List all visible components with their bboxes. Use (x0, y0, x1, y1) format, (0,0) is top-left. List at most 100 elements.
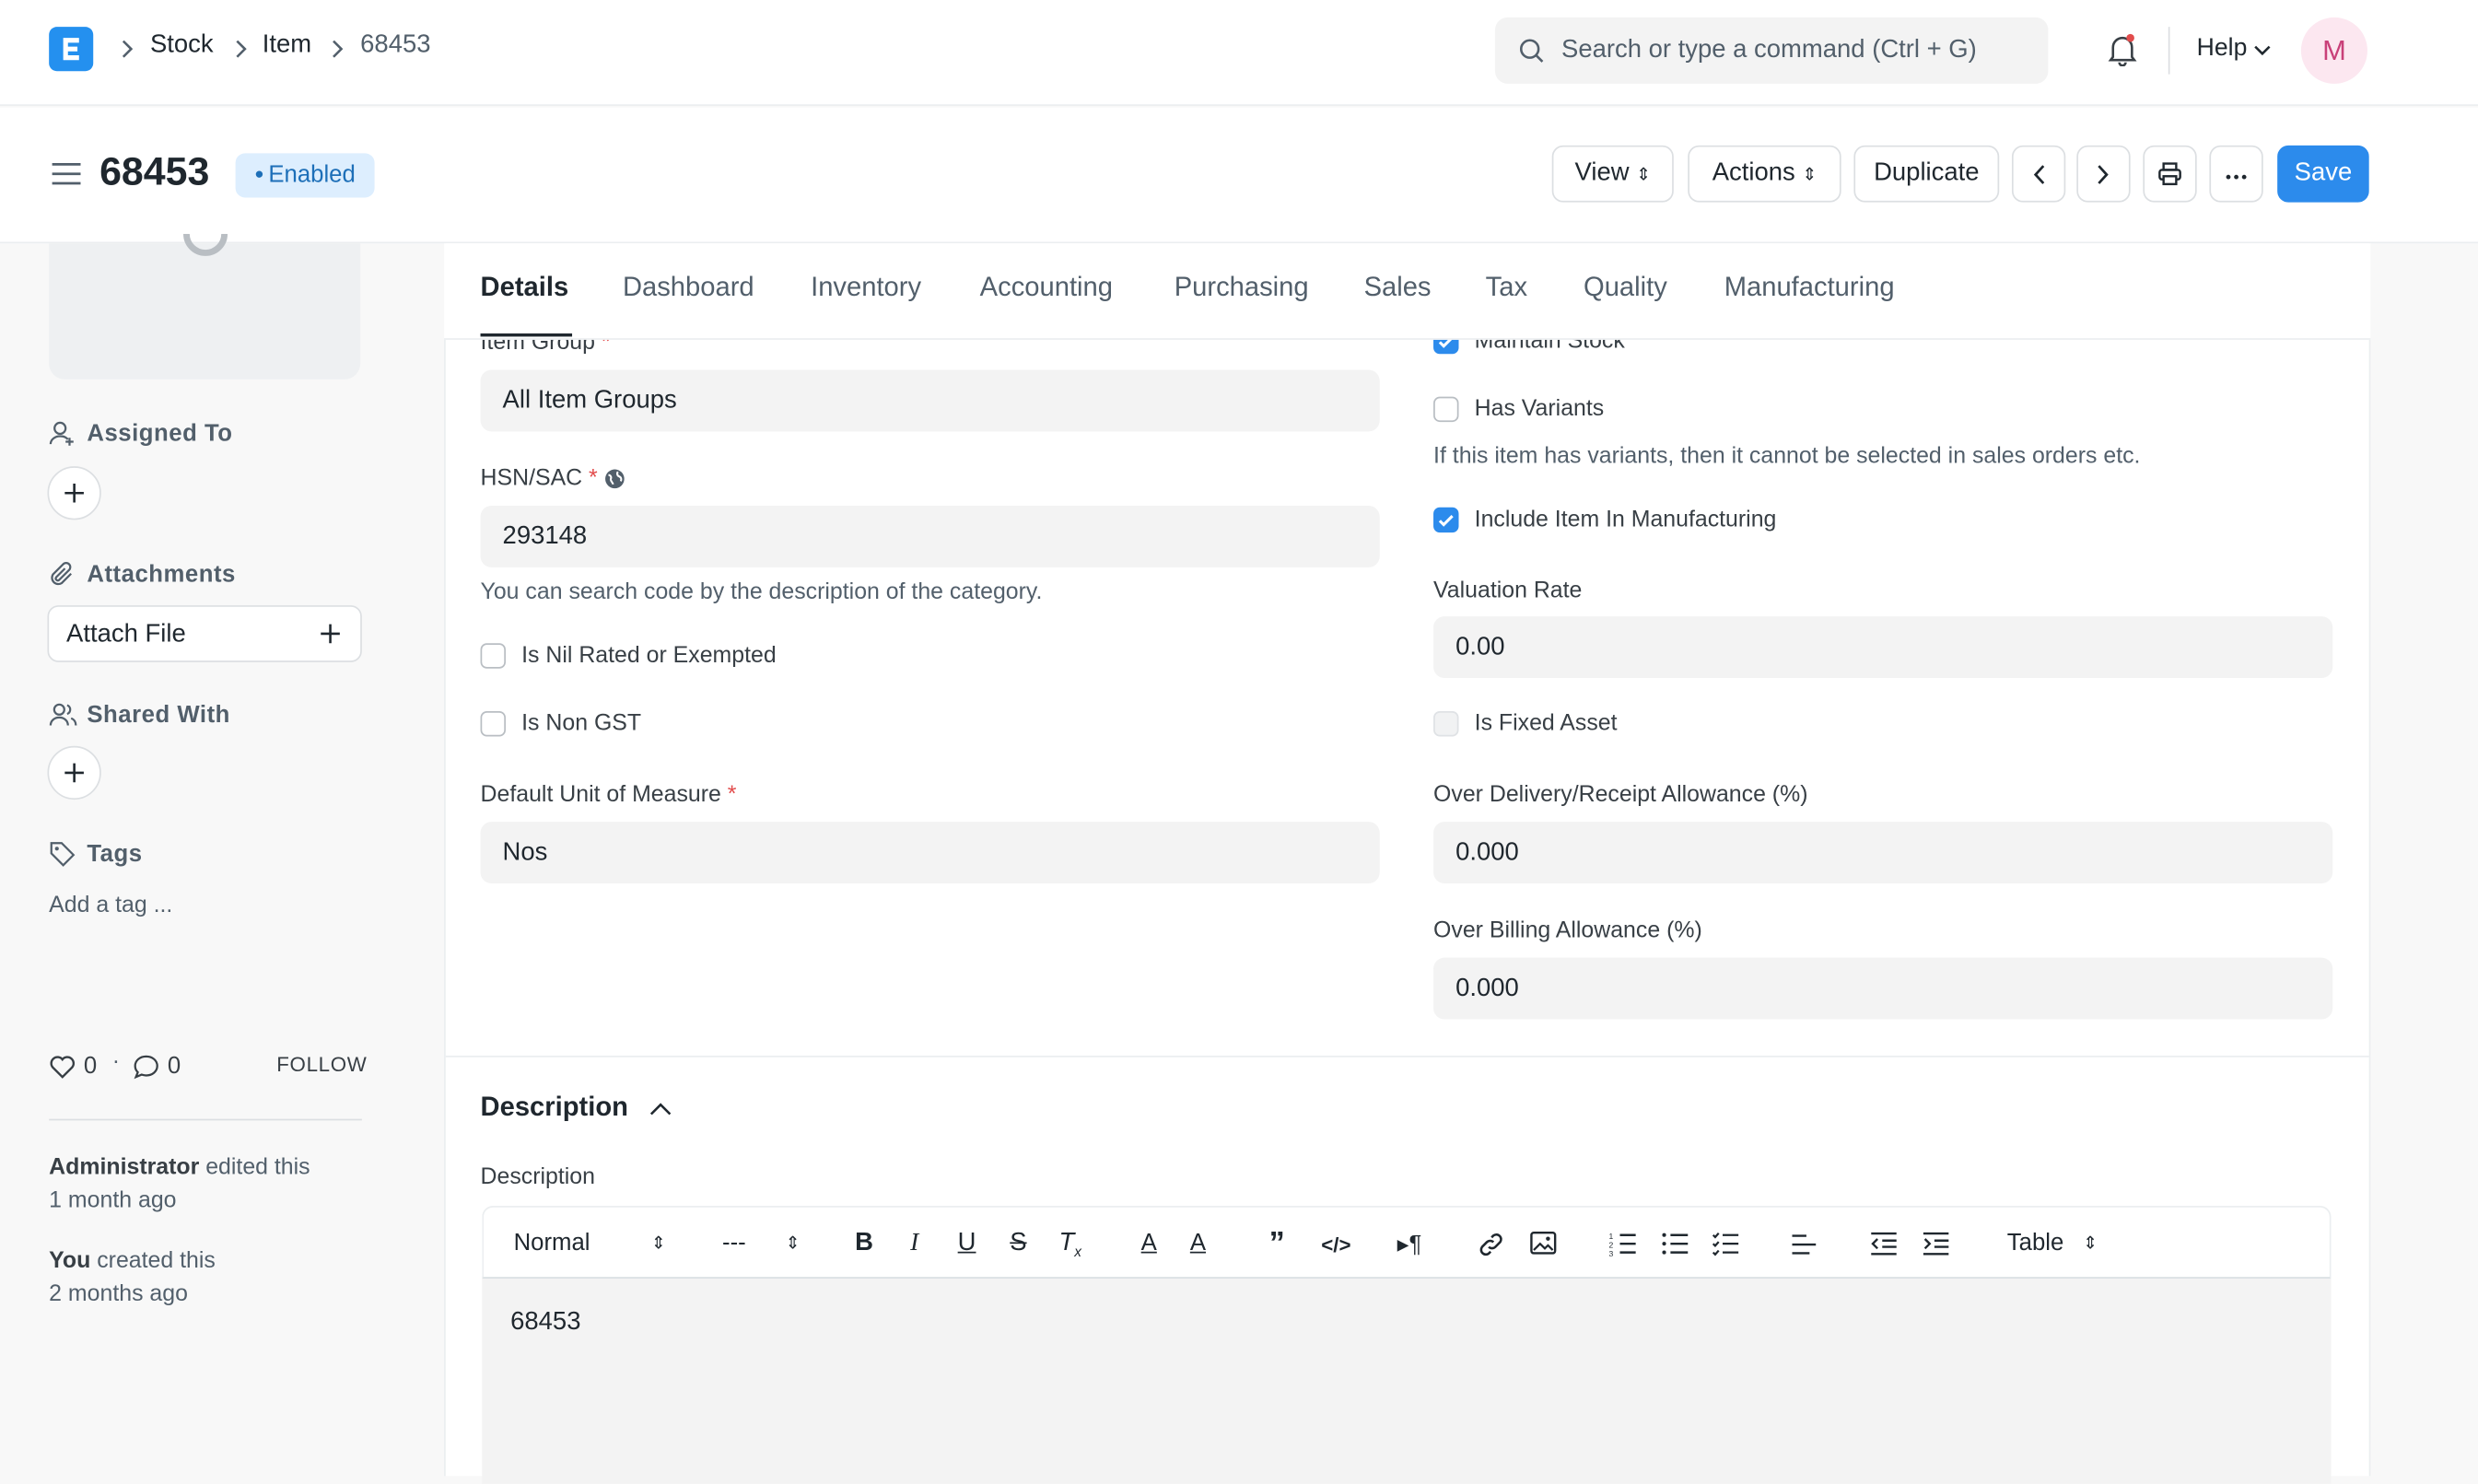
add-tag-link[interactable]: Add a tag ... (49, 893, 172, 917)
paragraph-direction-icon[interactable]: ▸¶ (1397, 1230, 1422, 1257)
add-share-button[interactable] (47, 745, 101, 800)
help-menu[interactable]: Help (2197, 35, 2248, 64)
printer-icon (2157, 161, 2182, 186)
actions-button-label: Actions (1712, 159, 1795, 187)
next-button[interactable] (2076, 145, 2131, 203)
activity-time: 2 months ago (49, 1281, 188, 1307)
more-button[interactable] (2209, 145, 2263, 203)
description-editor[interactable]: 68453 (482, 1278, 2332, 1484)
tab-details[interactable]: Details (481, 272, 569, 303)
status-badge-label: Enabled (268, 160, 356, 189)
heart-icon[interactable] (49, 1054, 76, 1079)
tab-sales[interactable]: Sales (1364, 272, 1432, 303)
activity-time: 1 month ago (49, 1188, 177, 1214)
valuation-rate-field[interactable]: 0.00 (1433, 616, 2333, 678)
table-select[interactable]: Table (2007, 1230, 2064, 1256)
blockquote-icon[interactable]: ” (1269, 1226, 1285, 1262)
description-section-title[interactable]: Description (481, 1092, 628, 1123)
underline-icon[interactable]: U (958, 1230, 976, 1258)
has-variants-label: Has Variants (1474, 396, 1605, 423)
comment-icon[interactable] (133, 1054, 159, 1080)
background-color-icon[interactable]: A (1190, 1230, 1206, 1256)
uom-field[interactable]: Nos (480, 822, 1380, 884)
attach-file-label: Attach File (66, 621, 186, 649)
code-icon[interactable]: </> (1321, 1233, 1350, 1256)
tag-icon (49, 841, 76, 868)
italic-icon[interactable]: I (910, 1230, 918, 1258)
sort-icon: ⇕ (1802, 166, 1818, 185)
tab-accounting[interactable]: Accounting (980, 272, 1113, 303)
search-bar[interactable]: Search or type a command (Ctrl + G) (1494, 17, 2049, 84)
strikethrough-icon[interactable]: S (1010, 1230, 1026, 1258)
tab-quality[interactable]: Quality (1584, 272, 1667, 303)
app-logo[interactable] (49, 27, 94, 72)
chevron-right-icon (234, 40, 247, 59)
clear-format-icon[interactable]: Tx (1058, 1230, 1081, 1260)
outdent-icon[interactable] (1870, 1231, 1899, 1256)
active-tab-indicator (480, 333, 573, 337)
nil-rated-checkbox[interactable] (480, 643, 506, 669)
size-select[interactable]: --- (722, 1230, 746, 1256)
hsn-label: HSN/SAC * (480, 466, 598, 492)
bullet-list-icon[interactable] (1661, 1231, 1689, 1256)
hsn-hint: You can search code by the description o… (480, 579, 1043, 606)
chevron-right-icon (331, 40, 344, 59)
breadcrumb-stock[interactable]: Stock (150, 31, 214, 60)
print-button[interactable] (2143, 145, 2197, 203)
hsn-field[interactable]: 293148 (480, 505, 1380, 567)
activity-item: Administrator edited this 1 month ago (49, 1152, 365, 1219)
actions-button[interactable]: Actions ⇕ (1688, 145, 1841, 203)
tab-manufacturing[interactable]: Manufacturing (1724, 272, 1895, 303)
format-select[interactable]: Normal (514, 1230, 590, 1256)
add-assignee-button[interactable] (47, 466, 101, 520)
tab-inventory[interactable]: Inventory (811, 272, 921, 303)
navbar-divider (2168, 27, 2170, 75)
ordered-list-icon[interactable]: 123 (1608, 1231, 1637, 1256)
has-variants-checkbox[interactable] (1433, 396, 1459, 423)
include-manufacturing-checkbox[interactable] (1433, 507, 1459, 533)
image-icon[interactable] (1530, 1231, 1557, 1255)
activity-user: You (49, 1248, 91, 1274)
align-icon[interactable] (1791, 1233, 1818, 1256)
over-delivery-label: Over Delivery/Receipt Allowance (%) (1433, 782, 1808, 808)
tab-purchasing[interactable]: Purchasing (1175, 272, 1309, 303)
include-manufacturing-label: Include Item In Manufacturing (1474, 507, 1777, 533)
bell-icon[interactable] (2105, 31, 2140, 67)
page-title: 68453 (99, 149, 210, 195)
text-color-icon[interactable]: A (1141, 1230, 1157, 1256)
bold-icon[interactable]: B (855, 1230, 873, 1258)
nil-rated-label: Is Nil Rated or Exempted (521, 643, 777, 669)
editor-content: 68453 (510, 1308, 581, 1336)
over-billing-field[interactable]: 0.000 (1433, 957, 2333, 1020)
chevron-left-icon (2032, 164, 2045, 184)
activity-item: You created this 2 months ago (49, 1245, 365, 1312)
breadcrumb-item[interactable]: Item (263, 31, 311, 60)
indent-icon[interactable] (1922, 1231, 1950, 1256)
chevron-up-icon[interactable] (649, 1102, 672, 1116)
non-gst-label: Is Non GST (521, 711, 642, 737)
shared-with-label: Shared With (87, 701, 230, 729)
select-arrows-icon: ⇕ (2083, 1233, 2098, 1254)
fixed-asset-checkbox[interactable] (1433, 711, 1459, 737)
item-image-placeholder[interactable] (49, 233, 361, 380)
uom-label: Default Unit of Measure * (480, 782, 737, 808)
view-button[interactable]: View ⇕ (1551, 145, 1674, 203)
over-delivery-field[interactable]: 0.000 (1433, 822, 2333, 884)
attach-file-button[interactable]: Attach File (47, 605, 362, 662)
activity-action: created this (90, 1248, 216, 1274)
tab-tax[interactable]: Tax (1486, 272, 1527, 303)
save-button[interactable]: Save (2277, 145, 2369, 203)
section-divider (445, 1056, 2369, 1057)
item-group-field[interactable]: All Item Groups (480, 369, 1380, 432)
over-billing-label: Over Billing Allowance (%) (1433, 917, 1702, 944)
tab-dashboard[interactable]: Dashboard (623, 272, 754, 303)
select-arrows-icon: ⇕ (650, 1233, 666, 1254)
link-icon[interactable] (1478, 1231, 1504, 1257)
checklist-icon[interactable] (1712, 1231, 1740, 1256)
previous-button[interactable] (2011, 145, 2066, 203)
avatar[interactable]: M (2300, 17, 2367, 84)
duplicate-button[interactable]: Duplicate (1853, 145, 2000, 203)
hamburger-icon[interactable] (51, 161, 82, 186)
follow-button[interactable]: FOLLOW (276, 1053, 367, 1077)
non-gst-checkbox[interactable] (480, 711, 506, 737)
